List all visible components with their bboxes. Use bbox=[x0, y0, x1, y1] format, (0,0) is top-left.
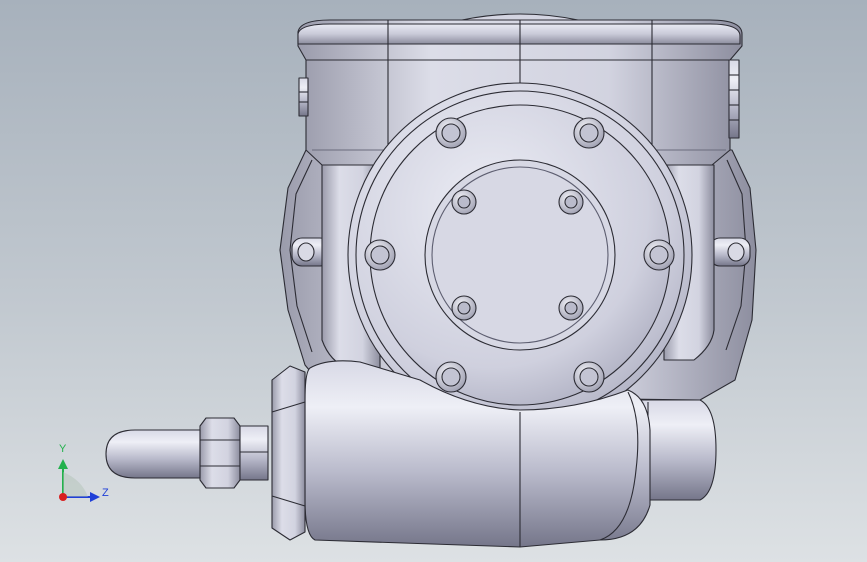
graphics-viewport[interactable]: Y Z bbox=[0, 0, 867, 562]
triad-x-axis-origin bbox=[59, 493, 67, 501]
triad-z-label: Z bbox=[102, 487, 109, 499]
hex-flange bbox=[271, 365, 306, 541]
right-boss bbox=[639, 399, 717, 501]
left-lug-hole bbox=[297, 242, 315, 262]
triad-xy-plane bbox=[63, 472, 88, 497]
left-vent-fitting bbox=[298, 77, 309, 117]
hex-fitting bbox=[199, 417, 241, 489]
hex-fitting-collar bbox=[239, 425, 269, 481]
triad-z-arrow bbox=[90, 492, 100, 502]
right-vent-fitting bbox=[728, 59, 740, 139]
coordinate-triad bbox=[58, 459, 100, 502]
housing-top-rim bbox=[297, 23, 741, 45]
gearbox-model[interactable] bbox=[0, 0, 867, 562]
center-cover bbox=[424, 159, 616, 351]
triad-y-arrow bbox=[58, 459, 68, 469]
right-lug-hole bbox=[727, 242, 745, 262]
input-shaft bbox=[105, 429, 201, 479]
triad-y-label: Y bbox=[59, 443, 67, 455]
top-dome bbox=[461, 13, 579, 21]
